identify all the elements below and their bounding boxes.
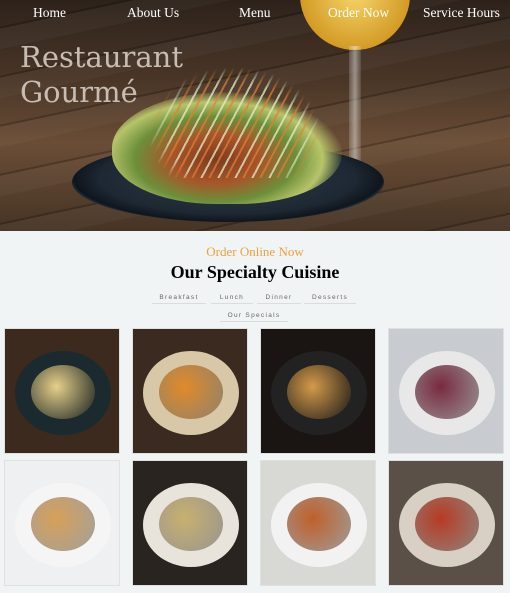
gallery-image-strawberry-waffles[interactable] xyxy=(4,460,120,586)
food-shape xyxy=(287,497,351,551)
nav-menu[interactable]: Menu xyxy=(239,5,271,21)
food-shape xyxy=(31,497,95,551)
brand-title: Restaurant Gourmé xyxy=(20,40,183,110)
nav-service-hours[interactable]: Service Hours xyxy=(423,5,500,21)
top-navigation: Home About Us Menu Order Now Service Hou… xyxy=(0,0,510,26)
gallery-image-grilled-skewers[interactable] xyxy=(260,460,376,586)
gallery-image-tapas-spread[interactable] xyxy=(388,460,504,586)
nav-order-now[interactable]: Order Now xyxy=(328,5,389,21)
section-title: Our Specialty Cuisine xyxy=(170,262,340,282)
order-online-link[interactable]: Order Online Now xyxy=(0,244,510,260)
tab-dinner[interactable]: Dinner xyxy=(257,294,301,304)
food-shape xyxy=(159,365,223,419)
food-shape xyxy=(415,497,479,551)
food-shape xyxy=(287,365,351,419)
tab-desserts[interactable]: Desserts xyxy=(304,294,356,304)
gallery-image-gourmet-burger[interactable] xyxy=(388,328,504,454)
brand-line-1: Restaurant xyxy=(20,40,183,74)
tab-breakfast[interactable]: Breakfast xyxy=(152,294,206,304)
nav-about-us[interactable]: About Us xyxy=(127,5,179,21)
gallery-image-breakfast-bowl[interactable] xyxy=(4,328,120,454)
nav-home[interactable]: Home xyxy=(33,5,66,21)
hero-banner: Home About Us Menu Order Now Service Hou… xyxy=(0,0,510,231)
tab-our-specials[interactable]: Our Specials xyxy=(220,312,288,322)
gallery-image-blueberry-pancakes[interactable] xyxy=(260,328,376,454)
food-shape xyxy=(31,365,95,419)
gallery-image-roasted-squash-rice[interactable] xyxy=(132,328,248,454)
tab-lunch[interactable]: Lunch xyxy=(211,294,253,304)
gallery-image-pasta-wine[interactable] xyxy=(132,460,248,586)
food-shape xyxy=(415,365,479,419)
brand-line-2: Gourmé xyxy=(20,75,138,109)
food-shape xyxy=(159,497,223,551)
